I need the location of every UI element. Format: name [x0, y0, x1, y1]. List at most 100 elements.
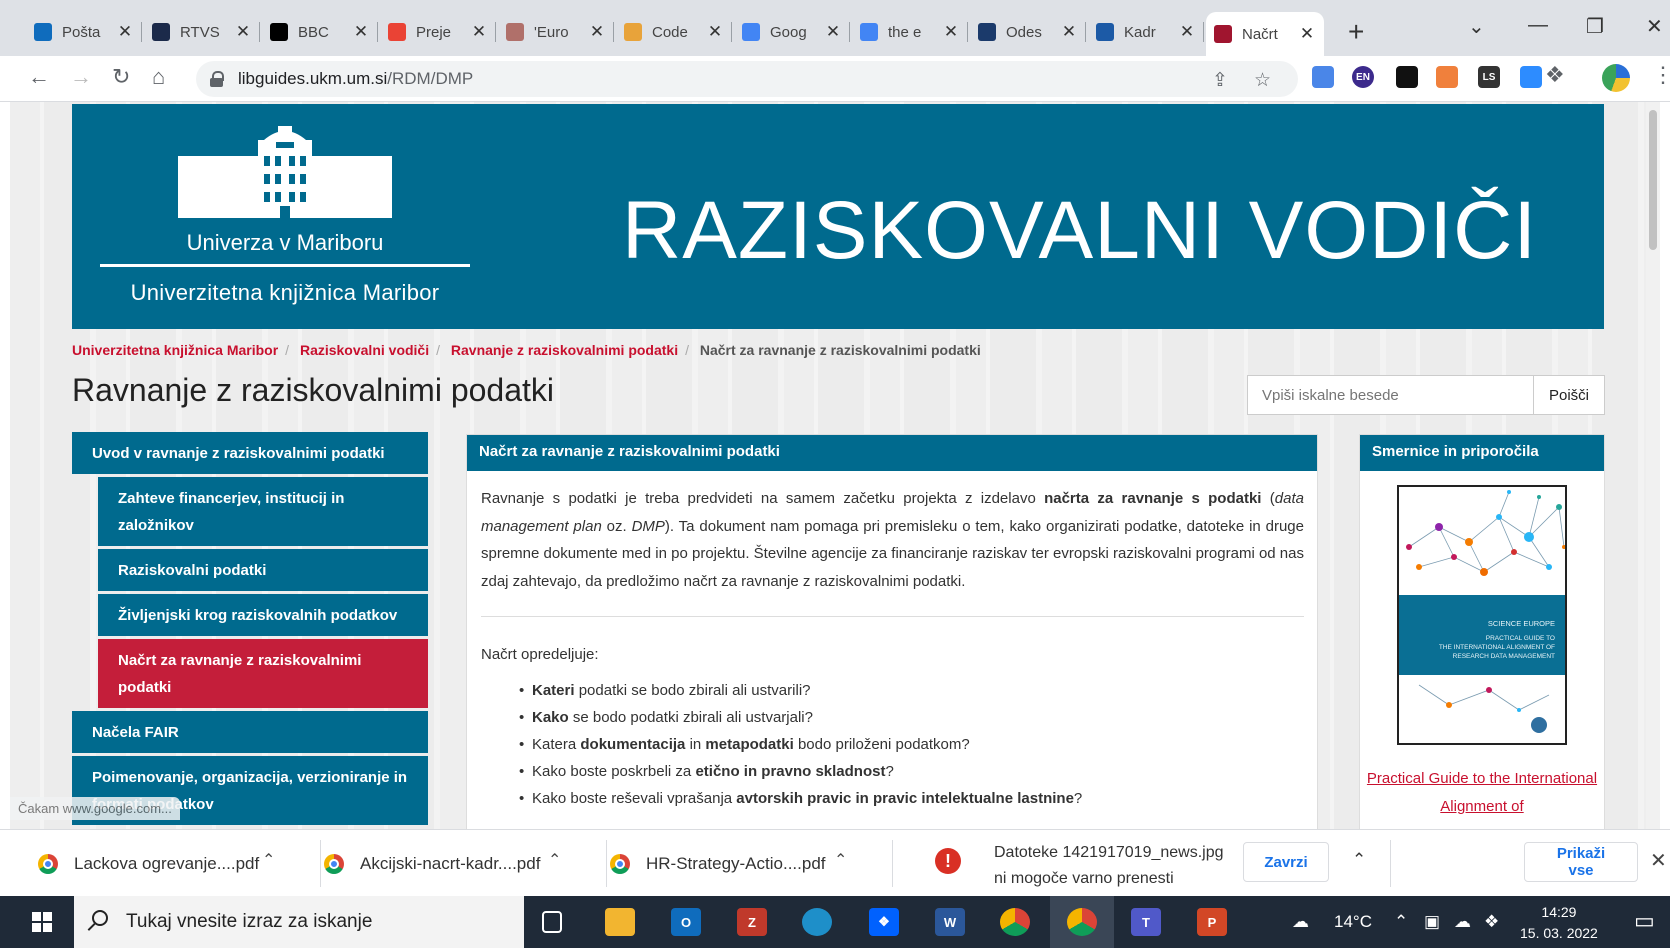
task-view-icon[interactable]	[542, 911, 562, 933]
dropbox-tray-icon[interactable]: ❖	[1484, 912, 1499, 932]
breadcrumb-link[interactable]: Raziskovalni vodiči	[300, 342, 429, 358]
tab-separator	[613, 22, 614, 42]
close-tab-icon[interactable]: ✕	[824, 22, 842, 42]
nav-item[interactable]: Načela FAIR	[72, 711, 428, 753]
tab-search-icon[interactable]: ⌄	[1468, 14, 1485, 39]
extension-icon[interactable]	[1436, 66, 1458, 88]
chrome-profile-icon[interactable]	[1067, 908, 1097, 936]
breadcrumb-link[interactable]: Univerzitetna knjižnica Maribor	[72, 342, 278, 358]
book-title-line: PRACTICAL GUIDE TO	[1485, 635, 1555, 642]
browser-tab[interactable]: Goog ✕	[734, 12, 850, 52]
warning-line: Datoteke 1421917019_news.jpg	[994, 844, 1224, 861]
close-tab-icon[interactable]: ✕	[1060, 22, 1078, 42]
chevron-up-icon[interactable]: ⌃	[834, 850, 847, 870]
nav-subitem[interactable]: Načrt za ravnanje z raziskovalnimi podat…	[98, 639, 428, 708]
extension-icon[interactable]: LS	[1478, 66, 1500, 88]
lock-icon[interactable]	[210, 71, 224, 87]
onedrive-icon[interactable]: ☁	[1454, 912, 1471, 932]
profile-avatar[interactable]	[1602, 64, 1630, 92]
show-all-button[interactable]: Prikaži vse	[1524, 842, 1638, 882]
word-icon[interactable]: W	[935, 908, 965, 936]
close-tab-icon[interactable]: ✕	[942, 22, 960, 42]
browser-tab[interactable]: Kadr ✕	[1088, 12, 1204, 52]
list-item: Katera dokumentacija in metapodatki bodo…	[519, 731, 1304, 758]
close-tab-icon[interactable]: ✕	[1298, 24, 1316, 44]
taskbar-search[interactable]: Tukaj vnesite izraz za iskanje	[74, 896, 524, 948]
bookmark-star-icon[interactable]: ☆	[1254, 69, 1271, 92]
search-button[interactable]: Poišči	[1533, 375, 1605, 415]
discard-button[interactable]: Zavrzi	[1243, 842, 1329, 882]
system-clock[interactable]: 14:29 15. 03. 2022	[1520, 902, 1598, 944]
network-icon[interactable]: ▣	[1424, 912, 1440, 932]
extension-icon[interactable]	[1520, 66, 1542, 88]
breadcrumb-link[interactable]: Ravnanje z raziskovalnimi podatki	[451, 342, 678, 358]
close-tab-icon[interactable]: ✕	[1178, 22, 1196, 42]
scrollbar-thumb[interactable]	[1649, 110, 1657, 250]
page-scrollbar[interactable]	[1646, 102, 1660, 829]
browser-tab[interactable]: Code ✕	[616, 12, 732, 52]
extensions-puzzle-icon[interactable]: ❖	[1545, 62, 1565, 88]
share-icon[interactable]: ⇪	[1212, 69, 1228, 92]
close-tab-icon[interactable]: ✕	[234, 22, 252, 42]
download-item[interactable]: Akcijski-nacrt-kadr....pdf ⌃	[296, 830, 572, 897]
guide-link[interactable]: Practical Guide to the International Ali…	[1360, 765, 1604, 821]
download-item[interactable]: Lackova ogrevanje....pdf ⌃	[10, 830, 286, 897]
chrome-menu-icon[interactable]: ⋮	[1652, 62, 1670, 88]
guide-book-cover[interactable]: SCIENCE EUROPE PRACTICAL GUIDE TO THE IN…	[1397, 485, 1567, 745]
file-explorer-icon[interactable]	[605, 908, 635, 936]
home-icon[interactable]: ⌂	[152, 64, 165, 90]
nav-subitem[interactable]: Raziskovalni podatki	[98, 549, 428, 591]
reload-icon[interactable]: ↻	[112, 64, 130, 90]
list-intro: Načrt opredeljuje:	[481, 646, 599, 663]
nav-item[interactable]: Uvod v ravnanje z raziskovalnimi podatki	[72, 432, 428, 474]
chevron-up-icon[interactable]: ⌃	[548, 850, 561, 870]
extension-icon[interactable]: EN	[1352, 66, 1374, 88]
browser-tab[interactable]: RTVS ✕	[144, 12, 260, 52]
address-bar[interactable]: libguides.ukm.um.si/RDM/DMP ⇪ ☆	[196, 61, 1298, 97]
close-tab-icon[interactable]: ✕	[470, 22, 488, 42]
site-banner[interactable]: Univerza v Mariboru Univerzitetna knjižn…	[72, 104, 1604, 329]
close-window-icon[interactable]: ✕	[1646, 14, 1663, 39]
dropbox-icon[interactable]: ❖	[869, 908, 899, 936]
zotero-icon[interactable]: Z	[737, 908, 767, 936]
weather-icon[interactable]: ☁	[1292, 912, 1309, 932]
download-warning: Datoteke 1421917019_news.jpg ni mogoče v…	[994, 840, 1224, 892]
close-tab-icon[interactable]: ✕	[588, 22, 606, 42]
new-tab-icon[interactable]: +	[1348, 16, 1364, 48]
close-tab-icon[interactable]: ✕	[116, 22, 134, 42]
chevron-up-icon[interactable]: ⌃	[262, 850, 275, 870]
browser-tab[interactable]: Preje ✕	[380, 12, 496, 52]
chevron-up-icon[interactable]: ⌃	[1352, 850, 1366, 870]
close-tab-icon[interactable]: ✕	[706, 22, 724, 42]
chrome-icon[interactable]	[1000, 908, 1030, 936]
nav-subitem[interactable]: Zahteve financerjev, institucij in založ…	[98, 477, 428, 546]
temperature[interactable]: 14°C	[1334, 912, 1372, 932]
edge-icon[interactable]	[802, 908, 832, 936]
teams-icon[interactable]: T	[1131, 908, 1161, 936]
close-icon[interactable]: ✕	[1650, 848, 1667, 873]
notifications-icon[interactable]: ▭	[1634, 908, 1655, 934]
download-item[interactable]: HR-Strategy-Actio....pdf ⌃	[582, 830, 858, 897]
extension-icon[interactable]	[1396, 66, 1418, 88]
back-icon[interactable]: ←	[28, 64, 50, 90]
minimize-icon[interactable]: —	[1528, 14, 1548, 37]
search-input[interactable]	[1247, 375, 1533, 415]
forward-icon[interactable]: →	[70, 64, 92, 90]
browser-tab[interactable]: 'Euro ✕	[498, 12, 614, 52]
extension-icon[interactable]	[1312, 66, 1334, 88]
outlook-icon[interactable]: O	[671, 908, 701, 936]
tray-chevron-icon[interactable]: ⌃	[1394, 912, 1408, 932]
windows-start-icon[interactable]	[32, 912, 52, 932]
tab-separator	[141, 22, 142, 42]
browser-tab[interactable]: Načrt ✕	[1206, 12, 1324, 56]
windows-taskbar: Tukaj vnesite izraz za iskanje O Z ❖ W T…	[0, 896, 1670, 948]
close-tab-icon[interactable]: ✕	[352, 22, 370, 42]
restore-icon[interactable]: ❐	[1586, 14, 1604, 39]
browser-tab[interactable]: Pošta ✕	[26, 12, 142, 52]
powerpoint-icon[interactable]: P	[1197, 908, 1227, 936]
guide-search: Poišči	[1247, 375, 1605, 415]
nav-subitem[interactable]: Življenjski krog raziskovalnih podatkov	[98, 594, 428, 636]
browser-tab[interactable]: the e ✕	[852, 12, 968, 52]
browser-tab[interactable]: BBC ✕	[262, 12, 378, 52]
browser-tab[interactable]: Odes ✕	[970, 12, 1086, 52]
